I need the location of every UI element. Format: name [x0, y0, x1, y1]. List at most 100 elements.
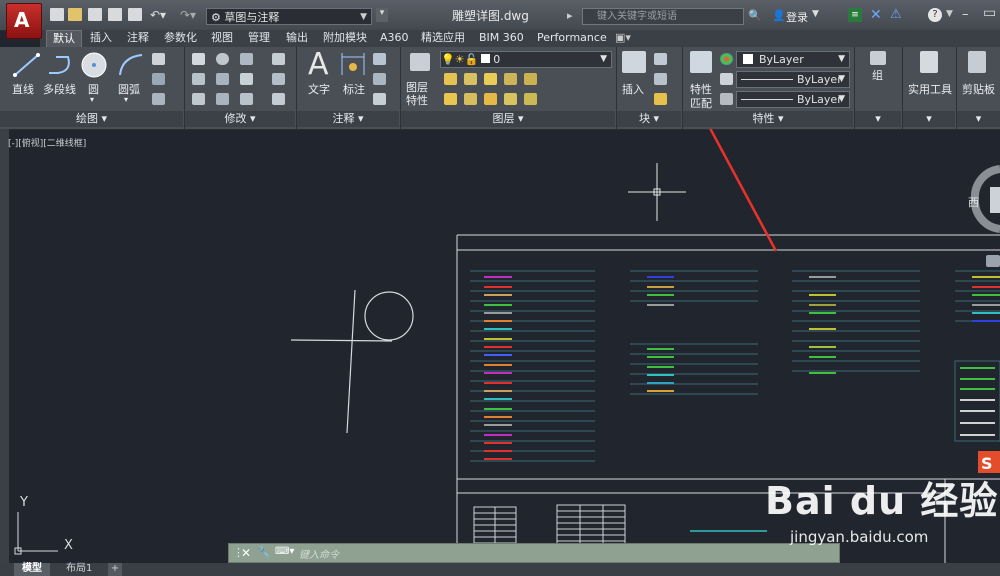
- layer-tool-icon[interactable]: [524, 93, 537, 105]
- exchange-icon[interactable]: ≡: [848, 8, 862, 22]
- insert-tool-label[interactable]: 插入: [622, 81, 644, 97]
- match-properties-icon[interactable]: [690, 51, 712, 73]
- layer-tool-icon[interactable]: [444, 73, 457, 85]
- polyline-tool-label[interactable]: 多段线: [43, 81, 76, 97]
- properties-panel-title[interactable]: 特性 ▾: [683, 111, 853, 127]
- command-input[interactable]: 键入命令: [299, 546, 339, 561]
- layer-tool-icon[interactable]: [464, 93, 477, 105]
- array-icon[interactable]: [240, 93, 253, 105]
- binoculars-icon[interactable]: 🔍: [748, 9, 762, 22]
- block-attribute-icon[interactable]: [654, 93, 667, 105]
- layer-tool-icon[interactable]: [504, 93, 517, 105]
- boundary-icon[interactable]: [152, 93, 165, 105]
- layer-properties-icon[interactable]: [410, 53, 430, 71]
- search-arrow-icon[interactable]: ▸: [567, 9, 573, 22]
- move-icon[interactable]: [192, 53, 205, 65]
- redo-icon[interactable]: ↷▾: [180, 8, 196, 22]
- tab-output[interactable]: 输出: [286, 30, 308, 47]
- tab-addins[interactable]: 附加模块: [323, 30, 367, 47]
- minimize-icon[interactable]: –: [962, 7, 969, 22]
- scale-icon[interactable]: [216, 93, 229, 105]
- close-icon[interactable]: ✕: [241, 546, 251, 560]
- layer-tool-icon[interactable]: [484, 93, 497, 105]
- tab-insert[interactable]: 插入: [90, 30, 112, 47]
- hatch-icon[interactable]: [152, 73, 165, 85]
- tab-layout1[interactable]: 布局1: [66, 563, 92, 576]
- group-panel-title[interactable]: ▾: [855, 111, 901, 127]
- dimension-tool-label[interactable]: 标注: [343, 81, 365, 97]
- mirror-icon[interactable]: [216, 73, 229, 85]
- lineweight-select[interactable]: ByLayer ▼: [736, 91, 850, 108]
- layer-tool-icon[interactable]: [504, 73, 517, 85]
- fillet-icon[interactable]: [240, 73, 253, 85]
- command-prompt-icon[interactable]: ⌨▾: [275, 546, 294, 557]
- clipboard-panel-title[interactable]: ▾: [957, 111, 1000, 127]
- erase-icon[interactable]: [272, 53, 285, 65]
- block-panel-title[interactable]: 块 ▾: [617, 111, 681, 127]
- offset-icon[interactable]: [272, 93, 285, 105]
- a360-icon[interactable]: ⚠: [890, 7, 902, 22]
- customize-toolbar-icon[interactable]: ▾: [376, 8, 388, 22]
- autodesk-x-icon[interactable]: ✕: [870, 7, 882, 23]
- create-block-icon[interactable]: [654, 53, 667, 65]
- stretch-icon[interactable]: [192, 93, 205, 105]
- utilities-panel-title[interactable]: ▾: [903, 111, 955, 127]
- match-properties-label-2[interactable]: 匹配: [690, 95, 712, 111]
- calculator-icon[interactable]: [920, 51, 938, 73]
- chevron-down-icon[interactable]: ▾: [124, 95, 128, 104]
- draw-panel-title[interactable]: 绘图 ▾: [0, 111, 183, 127]
- trim-icon[interactable]: [240, 53, 253, 65]
- circle-icon[interactable]: [80, 51, 108, 79]
- layer-tool-icon[interactable]: [524, 73, 537, 85]
- insert-block-icon[interactable]: [622, 51, 646, 73]
- table-icon[interactable]: [373, 93, 386, 105]
- tab-bim360[interactable]: BIM 360: [479, 30, 524, 47]
- arc-tool-label[interactable]: 圆弧: [118, 81, 140, 97]
- chevron-down-icon[interactable]: ▼: [812, 9, 819, 19]
- text-icon[interactable]: A: [308, 47, 329, 82]
- tab-a360[interactable]: A360: [380, 30, 409, 47]
- search-input[interactable]: 键入关键字或短语: [582, 8, 744, 25]
- utilities-label[interactable]: 实用工具: [908, 81, 952, 97]
- tab-annotate[interactable]: 注释: [127, 30, 149, 47]
- annotation-panel-title[interactable]: 注释 ▾: [297, 111, 399, 127]
- tab-performance[interactable]: Performance: [537, 30, 607, 47]
- layer-select[interactable]: 💡☀🔓 0 ▼: [440, 51, 612, 68]
- polyline-icon[interactable]: [46, 51, 76, 79]
- arc-icon[interactable]: [116, 51, 146, 79]
- ribbon-toggle-icon[interactable]: ▣▾: [615, 30, 631, 47]
- line-tool-label[interactable]: 直线: [12, 81, 34, 97]
- new-file-icon[interactable]: [50, 8, 64, 21]
- color-select[interactable]: ByLayer ▼: [736, 51, 850, 68]
- layers-panel-title[interactable]: 图层 ▾: [401, 111, 615, 127]
- tab-parametric[interactable]: 参数化: [164, 30, 197, 47]
- copy-icon[interactable]: [192, 73, 205, 85]
- wrench-icon[interactable]: 🔧: [257, 546, 271, 559]
- workspace-select[interactable]: ⚙ 草图与注释 ▼: [206, 8, 372, 25]
- chevron-down-icon[interactable]: ▾: [90, 95, 94, 104]
- save-as-icon[interactable]: [108, 8, 122, 21]
- leader-icon[interactable]: [373, 73, 386, 85]
- tab-manage[interactable]: 管理: [248, 30, 270, 47]
- undo-icon[interactable]: ↶▾: [150, 8, 166, 22]
- layer-tool-icon[interactable]: [484, 73, 497, 85]
- tab-featured-apps[interactable]: 精选应用: [421, 30, 465, 47]
- dimension-icon[interactable]: [340, 53, 366, 77]
- modify-panel-title[interactable]: 修改 ▾: [185, 111, 295, 127]
- line-icon[interactable]: [12, 51, 42, 79]
- help-icon[interactable]: ?: [928, 8, 942, 22]
- text-tool-label[interactable]: 文字: [308, 81, 330, 97]
- open-file-icon[interactable]: [68, 8, 82, 21]
- tab-view[interactable]: 视图: [211, 30, 233, 47]
- add-layout-button[interactable]: +: [108, 563, 122, 576]
- linetype-select[interactable]: ByLayer ▼: [736, 71, 850, 88]
- group-icon[interactable]: [870, 51, 886, 65]
- tab-home[interactable]: 默认: [46, 30, 82, 47]
- tab-model[interactable]: 模型: [14, 563, 50, 576]
- login-button[interactable]: 登录: [786, 9, 808, 25]
- sketch-geometry[interactable]: [290, 289, 414, 434]
- application-menu-button[interactable]: A: [6, 3, 42, 39]
- clipboard-icon[interactable]: [968, 51, 986, 73]
- layer-tool-icon[interactable]: [444, 93, 457, 105]
- chevron-down-icon[interactable]: ▼: [946, 9, 953, 19]
